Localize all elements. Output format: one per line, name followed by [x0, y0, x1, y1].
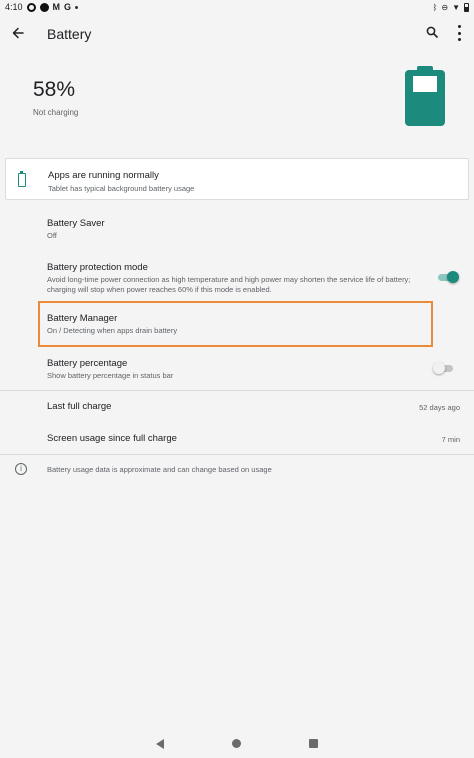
status-bar: 4:10 M G ᛒ ⊖ ▼ — [0, 0, 474, 14]
battery-protection-item[interactable]: Battery protection mode Avoid long-time … — [0, 254, 474, 300]
more-vert-icon-dot — [457, 38, 461, 41]
screen-usage-value: 7 min — [441, 435, 460, 444]
battery-outline-icon — [18, 171, 26, 187]
back-triangle-icon[interactable] — [156, 739, 164, 749]
more-vert-icon-dot — [457, 25, 461, 28]
battery-percentage-item[interactable]: Battery percentage Show battery percenta… — [0, 350, 474, 388]
small-dot-icon — [75, 5, 79, 9]
last-full-charge-label: Last full charge — [47, 401, 112, 412]
apps-status-card[interactable]: Apps are running normally Tablet has typ… — [5, 158, 469, 200]
battery-saver-item[interactable]: Battery Saver Off — [0, 210, 474, 250]
battery-percentage-toggle[interactable] — [433, 361, 455, 375]
more-vert-icon-dot — [457, 31, 461, 35]
recents-square-icon[interactable] — [309, 739, 318, 748]
card-subtitle: Tablet has typical background battery us… — [48, 184, 195, 193]
screen-usage-label: Screen usage since full charge — [47, 433, 177, 444]
battery-protection-subtitle: Avoid long-time power connection as high… — [47, 275, 411, 294]
page-title: Battery — [47, 26, 92, 42]
highlight-box — [38, 301, 433, 347]
search-button[interactable] — [423, 23, 441, 41]
home-circle-icon[interactable] — [232, 739, 241, 748]
battery-percentage: 58% — [33, 78, 76, 101]
charging-status: Not charging — [33, 108, 79, 117]
battery-icon — [464, 2, 469, 12]
usage-disclaimer: Battery usage data is approximate and ca… — [47, 465, 272, 474]
search-icon — [426, 26, 438, 38]
cloud-icon — [26, 2, 36, 12]
wifi-icon: ▼ — [452, 2, 460, 12]
toolbar: Battery — [0, 14, 474, 54]
battery-saver-subtitle: Off — [47, 231, 57, 240]
clock: 4:10 — [5, 2, 23, 12]
divider — [0, 454, 474, 455]
status-left: 4:10 M G — [5, 2, 79, 12]
battery-saver-title: Battery Saver — [47, 218, 105, 229]
arrow-left-icon — [12, 27, 24, 39]
back-button[interactable] — [8, 22, 28, 44]
google-icon: G — [64, 2, 72, 12]
screen-usage-item[interactable]: Screen usage since full charge 7 min — [0, 425, 474, 453]
card-title: Apps are running normally — [48, 170, 159, 181]
battery-percentage-subtitle: Show battery percentage in status bar — [47, 371, 174, 380]
notification-dot-icon — [39, 2, 49, 12]
gmail-icon: M — [52, 2, 61, 12]
battery-level-icon — [405, 66, 445, 126]
divider — [0, 390, 474, 391]
bluetooth-icon: ᛒ — [432, 2, 438, 12]
battery-protection-title: Battery protection mode — [47, 262, 148, 273]
do-not-disturb-icon: ⊖ — [441, 2, 449, 12]
battery-percentage-title: Battery percentage — [47, 358, 128, 369]
navigation-bar — [0, 730, 474, 758]
last-full-charge-item[interactable]: Last full charge 52 days ago — [0, 393, 474, 421]
status-right: ᛒ ⊖ ▼ — [432, 2, 469, 12]
battery-summary: 58% Not charging — [0, 54, 474, 154]
info-icon: i — [15, 463, 27, 475]
battery-protection-toggle[interactable] — [437, 270, 459, 284]
last-full-charge-value: 52 days ago — [419, 403, 460, 412]
more-options-button[interactable] — [452, 23, 466, 43]
